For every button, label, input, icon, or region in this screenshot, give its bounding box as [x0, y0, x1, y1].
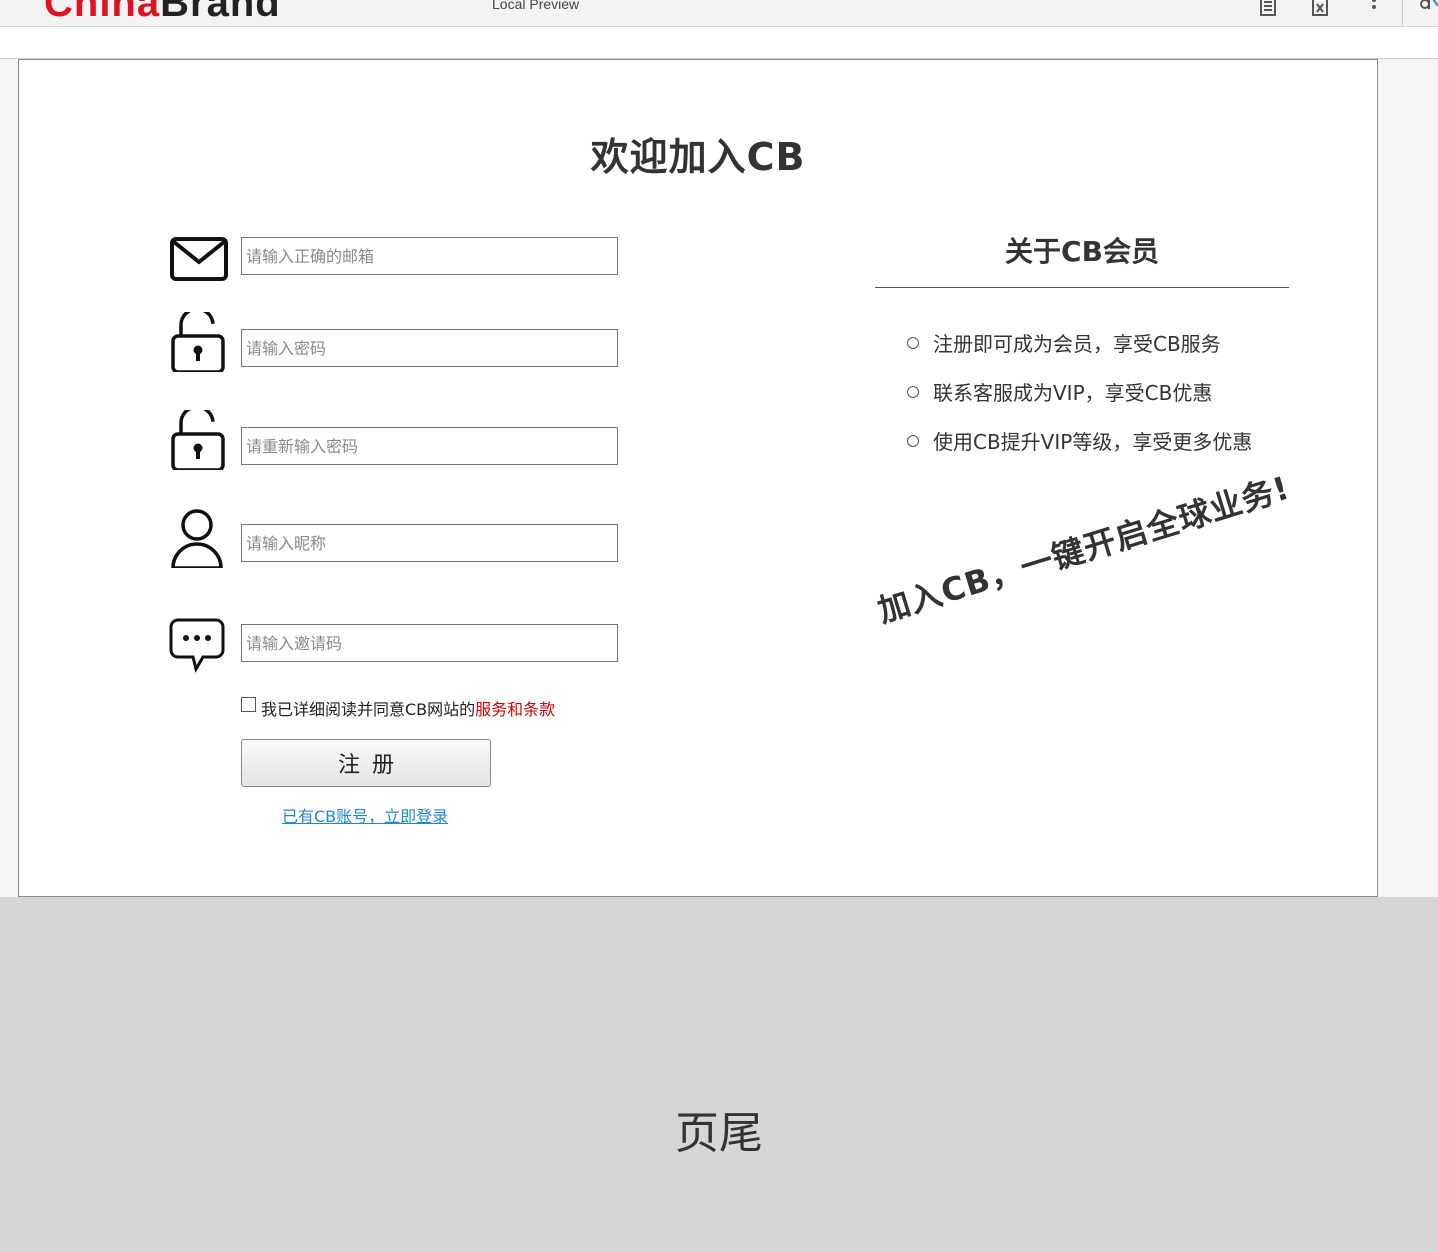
more-options-icon[interactable]	[1368, 0, 1380, 16]
nickname-field[interactable]	[241, 524, 618, 562]
lock-icon	[171, 410, 225, 470]
translate-icon[interactable]	[1418, 0, 1438, 16]
header-spacer	[0, 27, 1438, 59]
benefits-list: 注册即可成为会员，享受CB服务 联系客服成为VIP，享受CB优惠 使用CB提升V…	[907, 328, 1252, 475]
site-logo[interactable]: ChinaBrand	[44, 0, 281, 26]
left-gutter	[0, 59, 18, 897]
benefit-item: 注册即可成为会员，享受CB服务	[907, 328, 1252, 377]
preview-title: Local Preview	[492, 0, 580, 12]
slogan: 加入CB，一键开启全球业务!	[873, 468, 1295, 631]
register-button[interactable]: 注册	[241, 739, 491, 787]
toolbar-divider	[1402, 0, 1403, 26]
invite-code-field[interactable]	[241, 624, 618, 662]
mail-icon	[170, 237, 228, 281]
page-footer: 页尾	[0, 897, 1438, 1252]
close-tab-icon[interactable]	[1310, 0, 1330, 16]
about-title: 关于CB会员	[1005, 235, 1159, 268]
circle-bullet-icon	[907, 337, 919, 349]
about-divider	[875, 287, 1289, 288]
agreement-row: 我已详细阅读并同意CB网站的 服务和条款	[241, 696, 555, 720]
preview-toolbar: ChinaBrand Local Preview	[0, 0, 1438, 27]
agree-checkbox[interactable]	[241, 696, 256, 712]
circle-bullet-icon	[907, 386, 919, 398]
agree-text: 我已详细阅读并同意CB网站的	[261, 700, 476, 719]
benefit-item: 使用CB提升VIP等级，享受更多优惠	[907, 426, 1252, 475]
circle-bullet-icon	[907, 435, 919, 447]
password-field[interactable]	[241, 329, 618, 367]
right-gutter	[1378, 59, 1438, 897]
confirm-password-field[interactable]	[241, 427, 618, 465]
document-icon[interactable]	[1258, 0, 1278, 16]
chat-icon	[169, 618, 225, 673]
user-icon	[171, 509, 223, 568]
lock-icon	[171, 312, 225, 372]
benefit-item: 联系客服成为VIP，享受CB优惠	[907, 377, 1252, 426]
register-card: 欢迎加入CB 请输入正确的邮箱 请输入昵称 请输入邀请码 我已详细阅读并同意CB…	[18, 59, 1378, 897]
page-title: 欢迎加入CB	[590, 135, 806, 179]
login-link[interactable]: 已有CB账号，立即登录	[282, 803, 448, 827]
footer-text: 页尾	[675, 1108, 763, 1159]
email-field[interactable]	[241, 237, 618, 275]
terms-link[interactable]: 服务和条款	[475, 696, 555, 720]
